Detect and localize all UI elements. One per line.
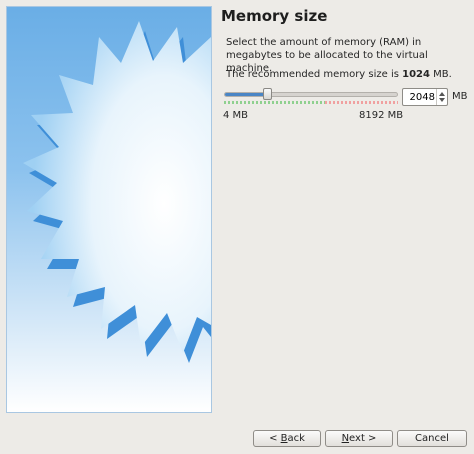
slider-fill [225,93,268,96]
memory-slider[interactable] [224,88,398,106]
arrow-down-icon[interactable] [439,98,445,102]
memory-spinbox[interactable] [402,88,448,106]
next-button[interactable]: Next > [325,430,393,447]
back-rest: ack [287,433,305,444]
slider-track[interactable] [224,92,398,97]
next-rest: ext > [349,433,377,444]
memory-value-input[interactable] [405,90,435,104]
recommended-prefix: The recommended memory size is [226,69,403,80]
slider-thumb[interactable] [263,88,272,100]
arrow-up-icon[interactable] [439,92,445,96]
memory-unit-label: MB [452,91,468,102]
starburst-icon [23,21,211,363]
slider-ticks [224,101,398,104]
back-mnemonic: B [280,433,288,444]
recommended-value: 1024 [402,69,430,80]
cancel-button[interactable]: Cancel [397,430,467,447]
recommended-suffix: MB. [429,69,452,80]
next-mnemonic: N [341,433,350,444]
slider-ticks-danger [325,101,398,104]
page-title: Memory size [221,7,328,25]
spinbox-arrows[interactable] [436,89,447,105]
slider-ticks-safe [224,101,325,104]
slider-max-label: 8192 MB [359,110,404,121]
back-prefix: < [269,433,281,444]
back-button[interactable]: < Back [253,430,321,447]
slider-min-label: 4 MB [223,110,249,121]
wizard-side-image [6,6,212,413]
recommended-memory-text: The recommended memory size is 1024 MB. [226,69,452,80]
